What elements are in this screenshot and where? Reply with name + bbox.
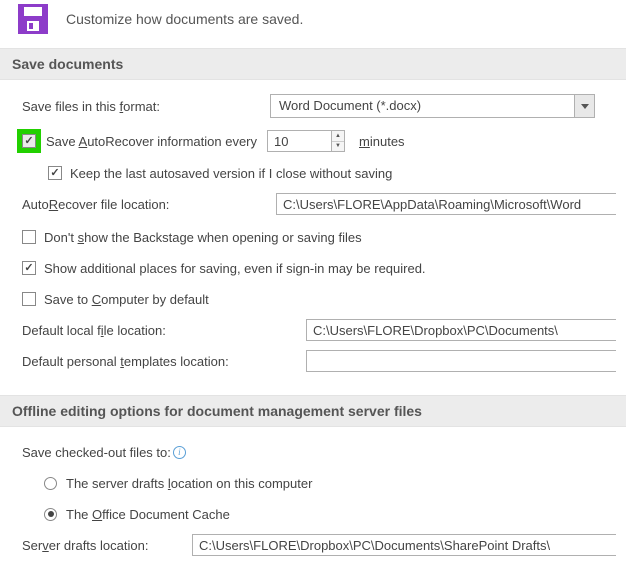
spinner-up-icon[interactable]: ▲ — [332, 131, 344, 142]
autorecover-checkbox[interactable] — [22, 134, 36, 148]
autorecover-location-label: AutoRecover file location: — [22, 197, 276, 212]
additional-places-checkbox[interactable] — [22, 261, 36, 275]
additional-places-label: Show additional places for saving, even … — [44, 261, 426, 276]
save-format-label: Save files in this format: — [22, 99, 270, 114]
backstage-checkbox[interactable] — [22, 230, 36, 244]
save-disk-icon — [18, 4, 48, 34]
server-drafts-location-label: Server drafts location: — [22, 538, 192, 553]
default-templates-label: Default personal templates location: — [22, 354, 306, 369]
save-computer-checkbox[interactable] — [22, 292, 36, 306]
default-local-input[interactable] — [306, 319, 616, 341]
autorecover-highlight — [17, 129, 41, 153]
minutes-label: minutes — [359, 134, 405, 149]
page-header: Customize how documents are saved. — [0, 0, 626, 48]
backstage-label: Don't show the Backstage when opening or… — [44, 230, 362, 245]
default-local-label: Default local file location: — [22, 323, 306, 338]
info-icon[interactable]: i — [173, 446, 186, 459]
server-drafts-radio-label: The server drafts location on this compu… — [66, 476, 312, 491]
chevron-down-icon[interactable] — [574, 95, 594, 117]
save-format-value: Word Document (*.docx) — [271, 95, 574, 117]
server-drafts-location-input[interactable] — [192, 534, 616, 556]
header-description: Customize how documents are saved. — [66, 11, 303, 27]
keep-last-label: Keep the last autosaved version if I clo… — [70, 166, 392, 181]
section-save-documents: Save documents — [0, 48, 626, 80]
office-cache-radio[interactable] — [44, 508, 57, 521]
office-cache-radio-label: The Office Document Cache — [66, 507, 230, 522]
autorecover-label: Save AutoRecover information every — [46, 134, 257, 149]
save-computer-label: Save to Computer by default — [44, 292, 209, 307]
section-offline-editing: Offline editing options for document man… — [0, 395, 626, 427]
autorecover-minutes-spinner[interactable]: ▲ ▼ — [267, 130, 345, 152]
autorecover-minutes-input[interactable] — [268, 131, 331, 151]
server-drafts-radio[interactable] — [44, 477, 57, 490]
keep-last-checkbox[interactable] — [48, 166, 62, 180]
save-checked-out-label: Save checked-out files to: — [22, 445, 171, 460]
autorecover-location-input[interactable] — [276, 193, 616, 215]
save-format-dropdown[interactable]: Word Document (*.docx) — [270, 94, 595, 118]
spinner-down-icon[interactable]: ▼ — [332, 142, 344, 152]
default-templates-input[interactable] — [306, 350, 616, 372]
